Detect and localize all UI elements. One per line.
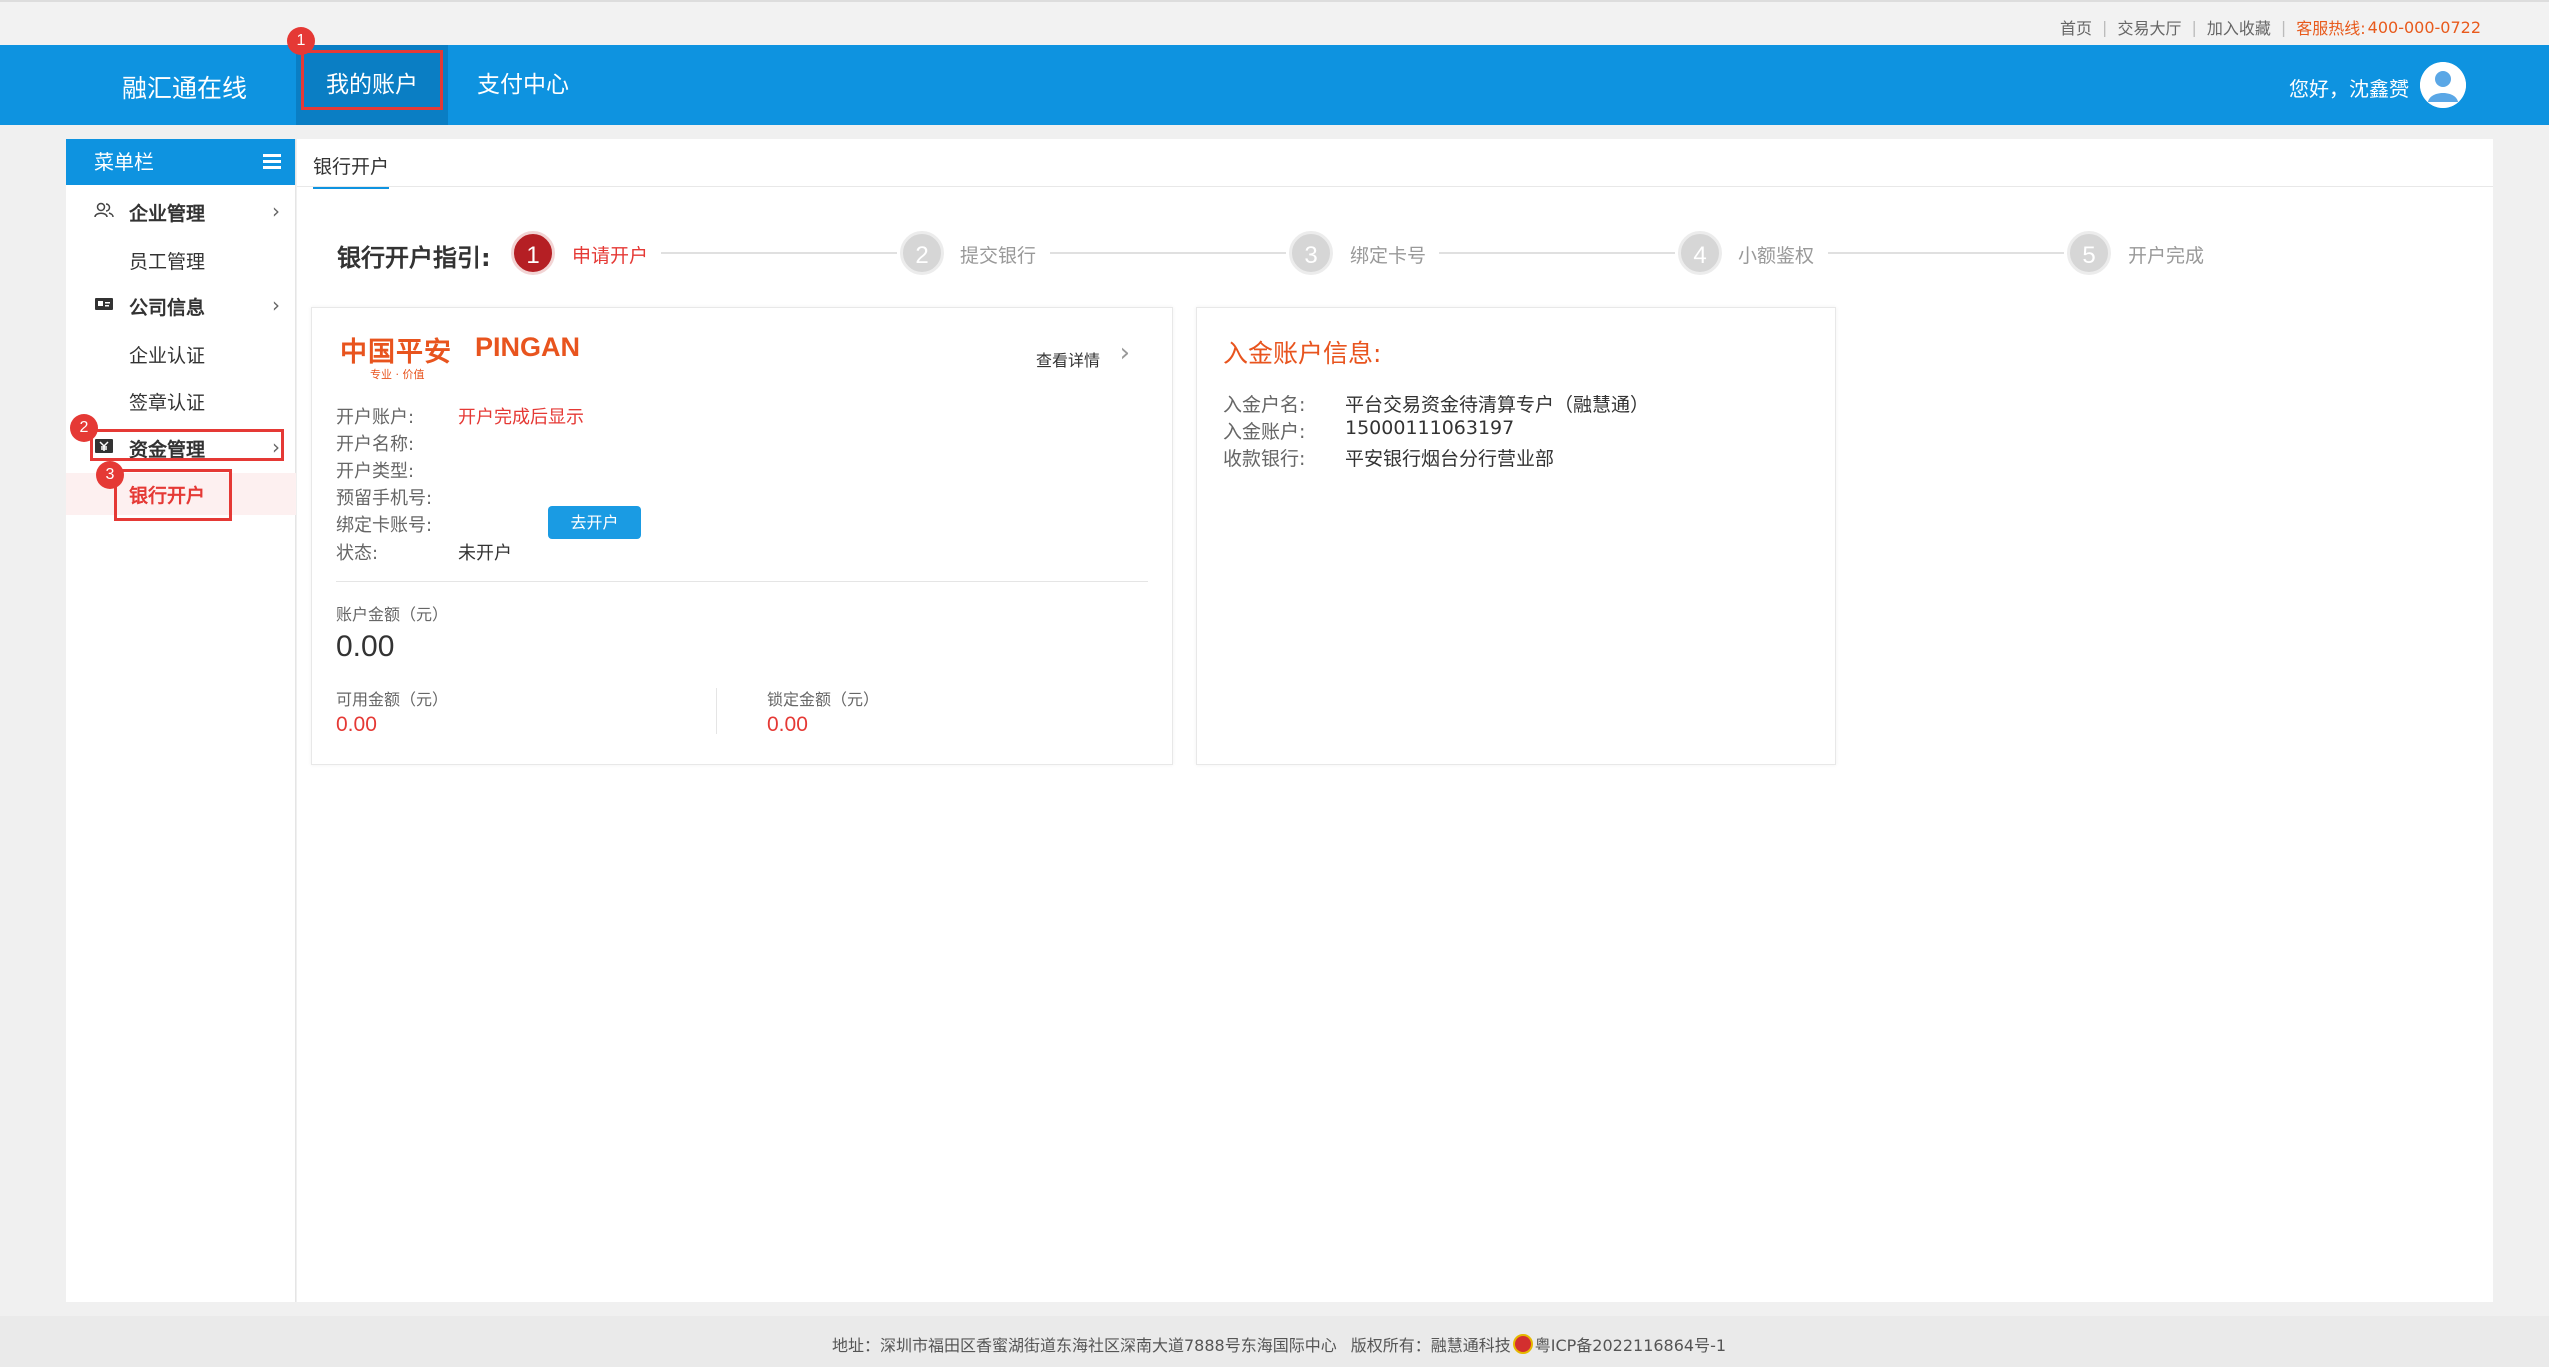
hamburger-menu-icon[interactable] [263,154,281,169]
step-circle: 3 [1289,231,1333,275]
deposit-info-card: 入金账户信息: 入金户名: 平台交易资金待清算专户（融慧通） 入金账户: 150… [1196,307,1836,765]
field-value-account: 开户完成后显示 [458,407,584,428]
step-label: 绑定卡号 [1350,245,1427,267]
annotation-badge: 2 [70,414,98,442]
sidebar-item-enterprise-cert[interactable]: 企业认证 [66,333,296,373]
locked-value: 0.00 [767,713,808,736]
step-connector [1050,252,1286,254]
step-connector [1439,252,1675,254]
top-utility-bar: 首页 | 交易大厅 | 加入收藏 | 客服热线: 400-000-0722 [0,0,2549,45]
tab-strip: 银行开户 [297,139,2493,189]
locked-label: 锁定金额（元） [767,690,880,709]
pingan-logo-cn: 中国平安 [340,337,452,368]
sidebar-item-employee[interactable]: 员工管理 [66,239,296,279]
sidebar: 菜单栏 企业管理 › 员工管理 公司信息 › 企业认证 签章认证 资金管理 › … [66,139,296,1302]
step-label: 小额鉴权 [1738,245,1815,267]
top-links: 首页 | 交易大厅 | 加入收藏 | 客服热线: 400-000-0722 [2060,15,2481,39]
step-label: 开户完成 [2128,245,2205,267]
separator: | [2102,17,2108,37]
guide-title: 银行开户指引: [337,244,491,272]
footer-address: 地址：深圳市福田区香蜜湖街道东海社区深南大道7888号东海国际中心 [832,1336,1337,1355]
balance-label: 账户金额（元） [336,605,449,624]
deposit-info-title: 入金账户信息: [1223,339,1382,368]
separator: | [2280,17,2287,37]
step-circle: 4 [1678,231,1722,275]
field-label: 开户账户: [336,407,415,428]
open-account-button[interactable]: 去开户 [548,506,641,539]
nav-tab-payment-center[interactable]: 支付中心 [463,45,583,125]
user-avatar-icon [2420,62,2466,108]
sidebar-item-label: 员工管理 [129,251,206,273]
chevron-right-icon[interactable]: › [1120,338,1130,368]
footer-copyright: 版权所有：融慧通科技 [1350,1336,1511,1355]
chevron-right-icon: › [272,293,280,317]
footer-icp[interactable]: 粤ICP备2022116864号-1 [1535,1332,1726,1356]
deposit-account-number: 15000111063197 [1345,417,1515,439]
sidebar-item-label: 企业认证 [129,345,206,367]
pingan-logo-tagline: 专业 · 价值 [370,368,425,381]
field-label: 开户名称: [336,434,415,455]
deposit-label: 入金户名: [1223,394,1306,416]
divider [336,581,1148,582]
chevron-right-icon: › [272,199,280,223]
field-label: 开户类型: [336,461,415,482]
balance-value: 0.00 [336,630,395,663]
step-circle: 5 [2067,231,2111,275]
annotation-box-fund-management [90,429,284,461]
users-icon [94,202,114,218]
sidebar-item-seal-cert[interactable]: 签章认证 [66,380,296,420]
hotline-number: 400-000-0722 [2367,17,2481,37]
pingan-logo-en: PINGAN [475,332,581,362]
field-label: 绑定卡账号: [336,515,433,536]
home-link[interactable]: 首页 [2060,15,2092,39]
field-value-status: 未开户 [458,543,512,564]
sidebar-item-label: 签章认证 [129,392,206,414]
step-connector [661,252,897,254]
sidebar-title: 菜单栏 [94,150,154,174]
tab-bank-account[interactable]: 银行开户 [313,152,390,189]
field-label: 预留手机号: [336,488,433,509]
step-circle: 1 [511,231,555,275]
trade-hall-link[interactable]: 交易大厅 [2117,15,2181,39]
id-card-icon [95,298,113,310]
available-value: 0.00 [336,713,377,736]
main-content: 银行开户 银行开户指引: 1 申请开户 2 提交银行 3 绑定卡号 4 小额鉴权… [297,139,2493,1302]
sidebar-group-label: 公司信息 [129,297,206,319]
footer: 地址：深圳市福田区香蜜湖街道东海社区深南大道7888号东海国际中心 版权所有：融… [0,1316,2549,1367]
view-details-link[interactable]: 查看详情 [1036,347,1100,371]
annotation-box-my-account [301,50,443,110]
field-label: 状态: [336,543,379,564]
user-greeting[interactable]: 您好，沈鑫赟 [2289,73,2409,102]
annotation-badge: 1 [287,27,315,55]
annotation-box-bank-account [114,469,232,521]
step-connector [1828,252,2064,254]
annotation-badge: 3 [96,461,124,489]
step-label: 提交银行 [960,245,1037,267]
deposit-bank: 平安银行烟台分行营业部 [1345,448,1555,470]
police-emblem-icon [1512,1334,1533,1354]
avatar[interactable] [2420,62,2466,108]
sidebar-group-label: 企业管理 [129,203,206,225]
deposit-label: 入金账户: [1223,421,1306,443]
separator: | [2191,17,2197,37]
sidebar-group-company-info[interactable]: 公司信息 › [66,285,296,325]
footer-text: 地址：深圳市福田区香蜜湖街道东海社区深南大道7888号东海国际中心 版权所有：融… [832,1332,1726,1356]
brand-logo[interactable]: 融汇通在线 [122,69,247,105]
sidebar-group-enterprise[interactable]: 企业管理 › [66,191,296,231]
step-circle: 2 [900,231,944,275]
available-label: 可用金额（元） [336,690,449,709]
bank-account-card: 中国平安 PINGAN 专业 · 价值 查看详情 › 开户账户: 开户完成后显示… [311,307,1173,765]
sidebar-header: 菜单栏 [66,139,295,185]
vertical-divider [716,688,717,734]
hotline-label: 客服热线: [2296,19,2366,38]
step-label: 申请开户 [572,245,649,267]
deposit-label: 收款银行: [1223,448,1306,470]
deposit-account-name: 平台交易资金待清算专户（融慧通） [1345,394,1650,416]
add-favorite-link[interactable]: 加入收藏 [2207,15,2271,39]
